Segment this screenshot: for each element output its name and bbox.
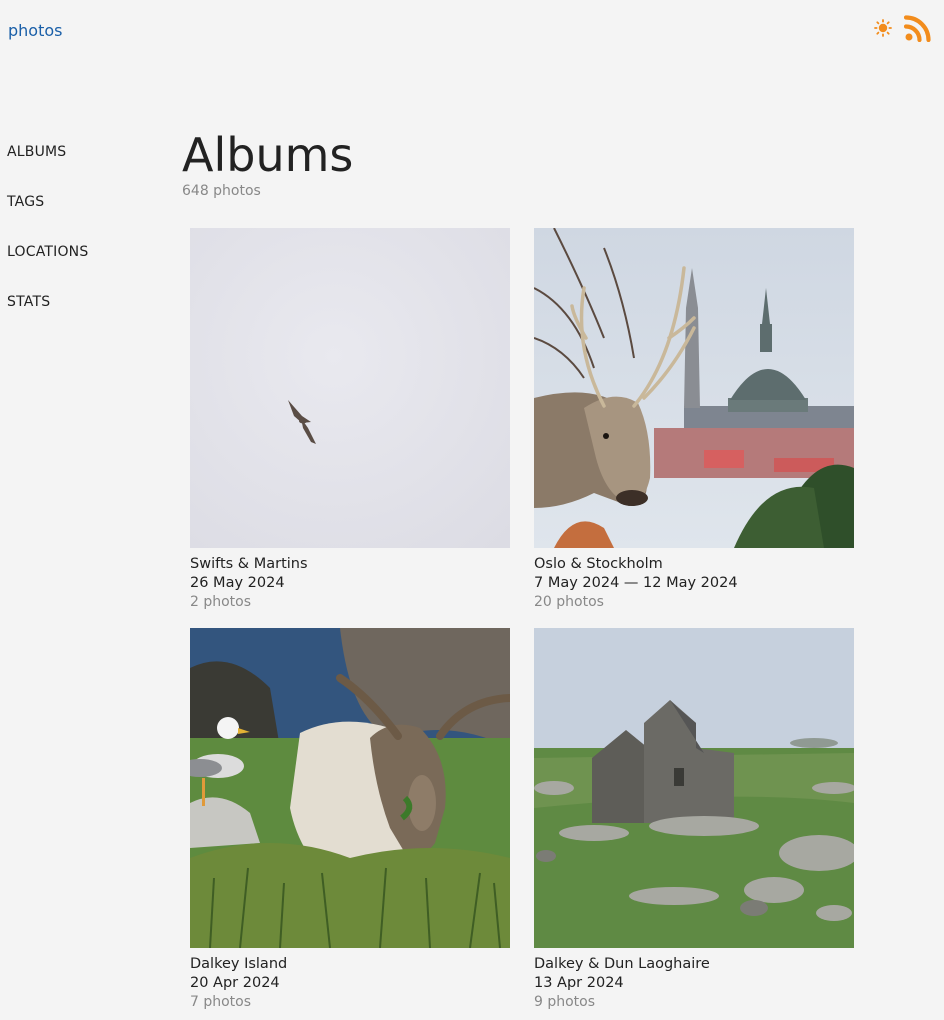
album-card[interactable]: Swifts & Martins 26 May 2024 2 photos: [190, 228, 510, 611]
page-title: Albums: [182, 128, 354, 182]
album-title[interactable]: Dalkey Island: [190, 956, 510, 973]
album-photo-count: 20 photos: [534, 594, 604, 610]
album-thumbnail[interactable]: [190, 228, 510, 548]
site-title-link[interactable]: photos: [8, 21, 62, 40]
main-content: Albums 648 photos: [182, 128, 882, 199]
sidebar-item-locations[interactable]: LOCATIONS: [7, 243, 88, 293]
album-thumbnail[interactable]: [534, 228, 854, 548]
album-card[interactable]: Dalkey & Dun Laoghaire 13 Apr 2024 9 pho…: [534, 628, 854, 1011]
album-thumbnail[interactable]: [534, 628, 854, 948]
sidebar-item-tags[interactable]: TAGS: [7, 193, 88, 243]
album-card[interactable]: Dalkey Island 20 Apr 2024 7 photos: [190, 628, 510, 1011]
rss-icon[interactable]: [904, 14, 932, 42]
sun-icon[interactable]: [874, 19, 892, 37]
album-date: 26 May 2024: [190, 575, 285, 591]
album-title[interactable]: Oslo & Stockholm: [534, 556, 854, 573]
album-photo-count: 9 photos: [534, 994, 596, 1010]
sidebar-item-albums[interactable]: ALBUMS: [7, 143, 88, 193]
sidebar-nav: ALBUMS TAGS LOCATIONS STATS: [7, 143, 88, 343]
album-thumbnail[interactable]: [190, 628, 510, 948]
album-title[interactable]: Swifts & Martins: [190, 556, 510, 573]
album-photo-count: 7 photos: [190, 994, 252, 1010]
album-title[interactable]: Dalkey & Dun Laoghaire: [534, 956, 854, 973]
album-date: 20 Apr 2024: [190, 975, 280, 991]
album-date: 13 Apr 2024: [534, 975, 624, 991]
sidebar-item-stats[interactable]: STATS: [7, 293, 88, 343]
album-date: 7 May 2024 — 12 May 2024: [534, 575, 738, 591]
header-actions: [874, 14, 932, 42]
total-photo-count: 648 photos: [182, 183, 261, 199]
album-card[interactable]: Oslo & Stockholm 7 May 2024 — 12 May 202…: [534, 228, 854, 611]
album-photo-count: 2 photos: [190, 594, 252, 610]
